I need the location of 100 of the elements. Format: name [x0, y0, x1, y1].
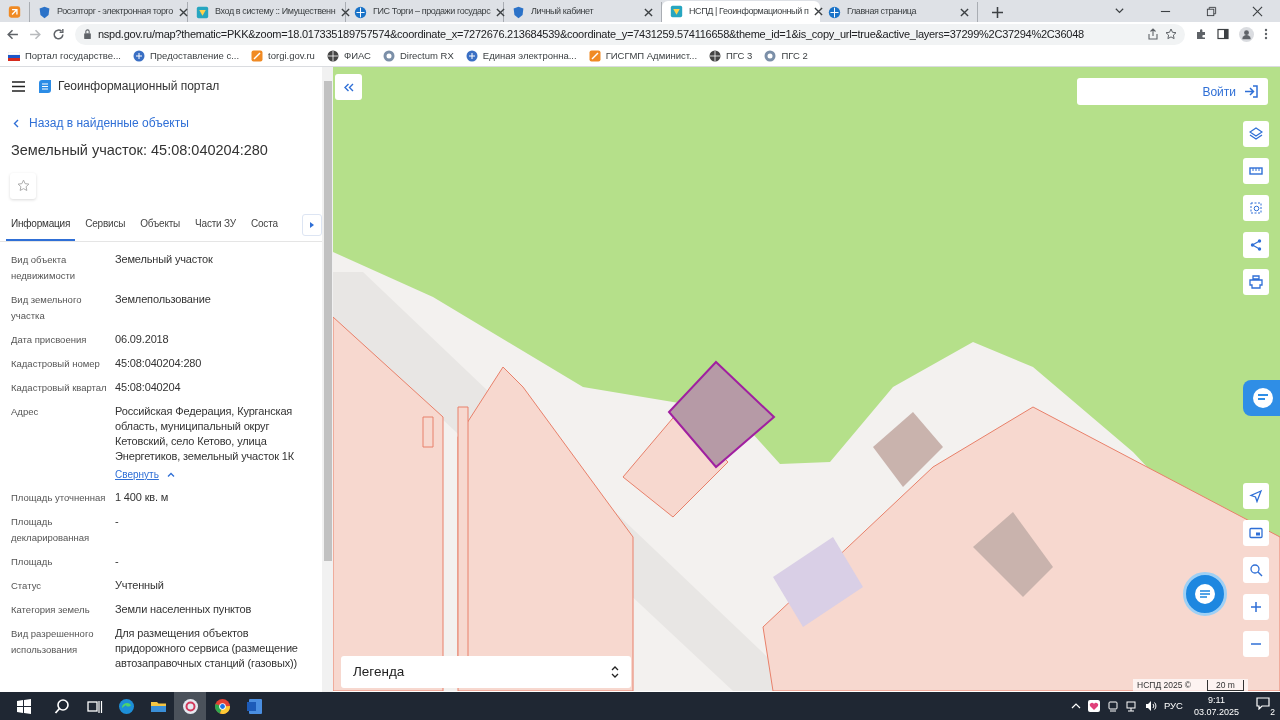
bookmark[interactable]: Directum RX	[382, 47, 454, 65]
close-icon[interactable]	[496, 7, 506, 17]
field-value: Землепользование	[115, 291, 212, 307]
app-icon	[181, 697, 199, 715]
site-icon	[828, 5, 841, 19]
meeting-icon[interactable]	[1106, 700, 1119, 712]
site-icon	[512, 5, 525, 19]
info-tab[interactable]: Объекты	[135, 208, 186, 241]
field-value: Земли населенных пунктов	[115, 601, 253, 617]
picture-in-picture-icon	[1249, 526, 1263, 540]
info-tab[interactable]: Части ЗУ	[190, 208, 241, 241]
back-icon[interactable]	[6, 27, 19, 41]
reload-icon[interactable]	[52, 27, 65, 41]
volume-icon[interactable]	[1144, 700, 1157, 712]
tab-title: Главная страница	[847, 5, 918, 19]
legend-dropdown[interactable]: Легенда	[341, 656, 631, 688]
map-tool-button[interactable]	[1243, 158, 1269, 184]
scrollbar[interactable]	[322, 67, 333, 692]
map-tool-button[interactable]	[1243, 232, 1269, 258]
extensions-icon[interactable]	[1195, 28, 1207, 40]
scale-bar: 20 m	[1207, 679, 1244, 691]
bookmark[interactable]: ФИАС	[326, 47, 371, 65]
chevron-up-icon[interactable]	[1070, 703, 1081, 709]
map-tool-button[interactable]	[1243, 121, 1269, 147]
bookmark[interactable]: Единая электронна...	[465, 47, 577, 65]
field-value: -	[115, 553, 120, 569]
field-value: 1 400 кв. м	[115, 489, 170, 505]
object-title: Земельный участок: 45:08:040204:280	[11, 141, 269, 160]
chevron-left-icon	[13, 118, 19, 128]
scroll-tabs-button[interactable]	[302, 213, 322, 236]
share-icon[interactable]	[1147, 28, 1159, 40]
info-tab[interactable]: Информация	[6, 208, 76, 241]
flag-icon	[8, 51, 20, 61]
field-value: Земельный участок	[115, 251, 214, 267]
field-label: Кадастровый квартал	[11, 380, 108, 395]
site-icon	[588, 50, 601, 62]
tab-title: Личный кабинет	[531, 5, 595, 19]
bookmark[interactable]: Предоставление с...	[133, 47, 240, 65]
selection-icon	[1249, 201, 1263, 215]
bookmark[interactable]: torgi.gov.ru	[251, 47, 315, 65]
star-icon[interactable]	[1165, 28, 1177, 40]
collapse-link[interactable]: Свернуть	[115, 466, 175, 482]
bookmark[interactable]: ГИСГМП Админист...	[588, 47, 698, 65]
chat-icon	[1194, 583, 1216, 605]
field-value: 45:08:040204	[115, 379, 182, 395]
side-panel-icon[interactable]	[1217, 28, 1229, 40]
feedback-tab[interactable]	[1243, 380, 1280, 416]
menu-icon[interactable]	[12, 80, 25, 92]
field-label: Категория земель	[11, 602, 91, 617]
heart-icon[interactable]	[1087, 700, 1100, 712]
field-label: Вид объекта недвижимости	[11, 252, 77, 283]
location-search-icon	[1249, 563, 1263, 577]
close-icon[interactable]	[178, 7, 188, 17]
close-icon[interactable]	[1251, 5, 1263, 17]
field-value: 45:08:040204:280	[115, 355, 203, 371]
map-control-button[interactable]	[1243, 631, 1269, 657]
notification-icon[interactable]	[1256, 697, 1270, 710]
double-chevron-left-icon	[343, 82, 354, 92]
url-text: nspd.gov.ru/map?thematic=PKK&zoom=18.017335189757574&coordinate_x=7272676.213684539&coordinate_y=7431259.574116658&theme_id=1&is_copy_url=true&active_layers=37299%2C37294%2C36048	[98, 26, 1085, 42]
field-label: Вид земельного участка	[11, 292, 83, 323]
field-label: Площадь уточненная	[11, 490, 107, 505]
bookmark[interactable]: Портал государстве...	[8, 47, 121, 65]
network-icon[interactable]	[1125, 700, 1138, 712]
back-link[interactable]: Назад в найденные объекты	[13, 113, 189, 133]
print-icon	[1249, 275, 1263, 289]
map-tool-button[interactable]	[1243, 269, 1269, 295]
field-value: -	[115, 513, 120, 529]
document-icon	[245, 697, 263, 715]
language-indicator[interactable]: РУС	[1163, 698, 1183, 714]
browser-tab[interactable]: НСПД | Геоинформационный п	[662, 1, 820, 22]
info-tab[interactable]: Соста	[245, 208, 283, 241]
share-icon	[1249, 238, 1263, 252]
plus-icon	[1249, 600, 1263, 614]
map-control-button[interactable]	[1243, 520, 1269, 546]
address-bar[interactable]: nspd.gov.ru/map?thematic=PKK&zoom=18.017335189757574&coordinate_x=7272676.213684539&coordinate_y=7431259.574116658&theme_id=1&is_copy_url=true&active_layers=37299%2C37294%2C36048	[75, 23, 1185, 45]
app-title: Геоинформационный портал	[58, 78, 220, 95]
taskbar-button[interactable]	[174, 692, 206, 720]
collapse-panel-button[interactable]	[335, 74, 362, 100]
notification-count: 2	[1269, 708, 1276, 717]
close-icon[interactable]	[814, 7, 824, 16]
bookmark[interactable]: ПГС 3	[709, 47, 753, 65]
close-icon[interactable]	[960, 7, 969, 17]
restore-icon[interactable]	[1205, 5, 1217, 17]
field-value: 06.09.2018	[115, 331, 170, 347]
close-icon[interactable]	[644, 7, 653, 17]
map-control-button[interactable]	[1243, 594, 1269, 620]
map-control-button[interactable]	[1243, 483, 1269, 509]
sort-icon	[611, 666, 619, 678]
chevron-up-icon	[166, 471, 175, 477]
login-button[interactable]: Войти	[1077, 78, 1268, 105]
field-label: Площадь	[11, 554, 54, 569]
bookmark[interactable]: ПГС 2	[764, 47, 808, 65]
site-icon	[382, 50, 395, 62]
map-control-button[interactable]	[1243, 557, 1269, 583]
info-tab[interactable]: Сервисы	[80, 208, 131, 241]
clock[interactable]: 9:11 03.07.2025	[1189, 694, 1243, 718]
layers-icon	[1249, 127, 1263, 141]
close-icon[interactable]	[341, 7, 351, 17]
profile-icon[interactable]	[1239, 26, 1254, 42]
site-icon	[8, 5, 21, 19]
